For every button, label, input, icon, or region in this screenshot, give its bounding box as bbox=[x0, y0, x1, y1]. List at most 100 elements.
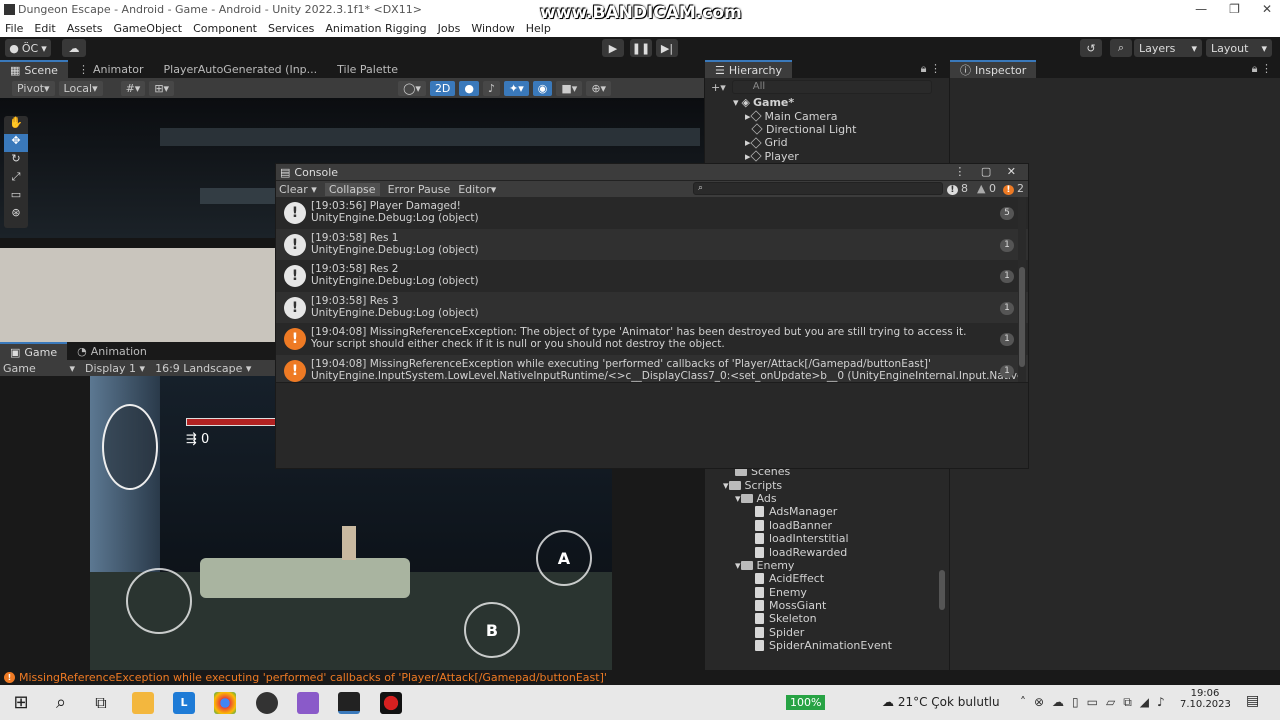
clock[interactable]: 19:06 7.10.2023 bbox=[1180, 688, 1231, 710]
play-button[interactable]: ▶ bbox=[602, 39, 624, 57]
script-item[interactable]: loadRewarded bbox=[719, 545, 949, 559]
console-entry[interactable]: ! [19:03:56] Player Damaged! UnityEngine.… bbox=[276, 197, 1028, 229]
cloud-button[interactable]: ☁ bbox=[62, 39, 86, 57]
menu-file[interactable]: File bbox=[5, 22, 23, 35]
script-item[interactable]: loadBanner bbox=[719, 519, 949, 532]
add-icon[interactable]: +▾ bbox=[711, 81, 726, 94]
tab-inspector[interactable]: ⓘ Inspector bbox=[950, 60, 1037, 78]
transform-tool-icon[interactable]: ⊛ bbox=[4, 206, 28, 224]
menu-services[interactable]: Services bbox=[268, 22, 314, 35]
aspect-dropdown[interactable]: 16:9 Landscape ▾ bbox=[155, 362, 251, 375]
folder-ads[interactable]: ▾ Ads bbox=[719, 492, 949, 505]
file-explorer-icon[interactable] bbox=[132, 692, 154, 714]
history-button[interactable]: ↺ bbox=[1080, 39, 1102, 57]
hierarchy-search-input[interactable]: All bbox=[731, 80, 932, 94]
visual-studio-icon[interactable] bbox=[297, 692, 319, 714]
script-item[interactable]: SpiderAnimationEvent bbox=[719, 639, 949, 652]
system-tray-icons[interactable]: ˄⊗☁▯▭▱⧉◢♪ bbox=[1020, 695, 1173, 710]
task-view-icon[interactable]: ⧉ bbox=[90, 692, 112, 714]
search-button[interactable]: ⌕ bbox=[1110, 39, 1132, 57]
clear-button[interactable]: Clear ▾ bbox=[279, 183, 317, 196]
lock-icon[interactable]: 🔒︎ ⋮ bbox=[921, 62, 941, 76]
editor-dropdown[interactable]: Editor▾ bbox=[458, 183, 496, 196]
console-entry[interactable]: ! [19:03:58] Res 1 UnityEngine.Debug:Log … bbox=[276, 228, 1028, 260]
account-button[interactable]: ● ÖC ▾ bbox=[5, 39, 51, 57]
collapse-button[interactable]: Collapse bbox=[324, 182, 380, 196]
scene-root[interactable]: ▾ ◈ Game* bbox=[733, 96, 949, 109]
hierarchy-item-grid[interactable]: ▸ Grid bbox=[733, 136, 949, 149]
menu-assets[interactable]: Assets bbox=[67, 22, 103, 35]
error-pause-button[interactable]: Error Pause bbox=[388, 183, 451, 196]
tab-animation[interactable]: ◔ Animation bbox=[67, 342, 157, 360]
status-bar[interactable]: ! MissingReferenceException while execut… bbox=[0, 670, 1280, 685]
a-button[interactable]: A bbox=[536, 530, 592, 586]
lock-icon[interactable]: 🔒︎ ⋮ bbox=[1252, 62, 1272, 76]
maximize-icon[interactable]: ❐ bbox=[1229, 2, 1240, 16]
bandicam-icon[interactable] bbox=[380, 692, 402, 714]
game-mode-dropdown[interactable]: Game ▾ bbox=[3, 362, 75, 375]
menu-jobs[interactable]: Jobs bbox=[438, 22, 461, 35]
hierarchy-item-player[interactable]: ▸ Player bbox=[733, 150, 949, 163]
hierarchy-item-main-camera[interactable]: ▸ Main Camera bbox=[733, 109, 949, 123]
script-item[interactable]: AdsManager bbox=[719, 505, 949, 518]
script-item[interactable]: AcidEffect bbox=[719, 572, 949, 585]
script-item[interactable]: loadInterstitial bbox=[719, 532, 949, 545]
gizmos-dropdown[interactable]: ⊕▾ bbox=[586, 80, 612, 96]
lighting-toggle[interactable]: ● bbox=[459, 80, 480, 96]
rect-tool-icon[interactable]: ▭ bbox=[4, 188, 28, 206]
tab-tile-palette[interactable]: Tile Palette bbox=[327, 60, 408, 78]
script-item[interactable]: Spider bbox=[719, 626, 949, 639]
camera-dropdown[interactable]: ■▾ bbox=[556, 80, 583, 96]
grid-snap-button[interactable]: #▾ bbox=[120, 80, 146, 96]
joystick[interactable] bbox=[126, 568, 192, 634]
pivot-dropdown[interactable]: Pivot ▾ bbox=[12, 80, 55, 96]
console-entry[interactable]: ! [19:04:08] MissingReferenceException w… bbox=[276, 354, 1028, 382]
menu-help[interactable]: Help bbox=[526, 22, 551, 35]
display-dropdown[interactable]: Display 1 ▾ bbox=[85, 362, 145, 375]
hierarchy-item-directional-light[interactable]: Directional Light bbox=[733, 123, 949, 136]
menu-animation-rigging[interactable]: Animation Rigging bbox=[325, 22, 426, 35]
script-item[interactable]: Skeleton bbox=[719, 612, 949, 625]
minimize-icon[interactable]: — bbox=[1195, 2, 1207, 16]
weather-widget[interactable]: ☁ 21°C Çok bulutlu bbox=[882, 695, 1000, 709]
console-entry[interactable]: ! [19:03:58] Res 3 UnityEngine.Debug:Log … bbox=[276, 291, 1028, 323]
console-scrollbar-thumb[interactable] bbox=[1019, 267, 1025, 367]
move-tool-icon[interactable]: ✥ bbox=[4, 134, 28, 152]
step-button[interactable]: ▶| bbox=[656, 39, 678, 57]
log-filter-toggle[interactable]: ! 8 bbox=[947, 182, 968, 195]
audio-toggle[interactable]: ♪ bbox=[483, 80, 501, 96]
notification-icon[interactable]: ▤ bbox=[1246, 693, 1259, 709]
windows-start-icon[interactable]: ⊞ bbox=[10, 692, 32, 714]
local-dropdown[interactable]: Local ▾ bbox=[58, 80, 103, 96]
unity-editor-icon[interactable] bbox=[338, 692, 360, 714]
console-entry[interactable]: ! [19:04:08] MissingReferenceException: … bbox=[276, 323, 1028, 355]
mode-2d-button[interactable]: 2D bbox=[429, 80, 456, 96]
script-item[interactable]: Enemy bbox=[719, 586, 949, 599]
script-item[interactable]: MossGiant bbox=[719, 599, 949, 612]
console-entry[interactable]: ! [19:03:58] Res 2 UnityEngine.Debug:Log … bbox=[276, 260, 1028, 292]
menu-component[interactable]: Component bbox=[193, 22, 257, 35]
console-window-controls[interactable]: ⋮ ▢ ✕ bbox=[954, 165, 1022, 178]
close-icon[interactable]: ✕ bbox=[1262, 2, 1272, 16]
rotate-tool-icon[interactable]: ↻ bbox=[4, 152, 28, 170]
menu-gameobject[interactable]: GameObject bbox=[114, 22, 183, 35]
menu-window[interactable]: Window bbox=[471, 22, 514, 35]
console-search-input[interactable]: ⌕ bbox=[693, 182, 943, 195]
menu-edit[interactable]: Edit bbox=[34, 22, 55, 35]
error-filter-toggle[interactable]: ! 2 bbox=[1003, 182, 1024, 195]
chrome-icon[interactable] bbox=[214, 692, 236, 714]
tab-hierarchy[interactable]: ☰ Hierarchy bbox=[705, 60, 793, 78]
visibility-toggle[interactable]: ◉ bbox=[532, 80, 553, 96]
console-scrollbar[interactable] bbox=[1018, 197, 1026, 382]
draw-mode-button[interactable]: ◯▾ bbox=[398, 80, 426, 96]
folder-enemy[interactable]: ▾ Enemy bbox=[719, 559, 949, 572]
app-l-icon[interactable]: L bbox=[173, 692, 195, 714]
tab-input-actions[interactable]: PlayerAutoGenerated (Inp... bbox=[154, 60, 328, 78]
b-button[interactable]: B bbox=[464, 602, 520, 658]
search-icon[interactable]: ⌕ bbox=[50, 692, 72, 714]
project-scrollbar[interactable] bbox=[939, 570, 945, 610]
layout-dropdown[interactable]: Layout ▾ bbox=[1206, 39, 1272, 57]
effects-toggle[interactable]: ✦▾ bbox=[504, 80, 529, 96]
unity-hub-icon[interactable] bbox=[256, 692, 278, 714]
tab-animator[interactable]: ⋮ Animator bbox=[68, 60, 154, 78]
